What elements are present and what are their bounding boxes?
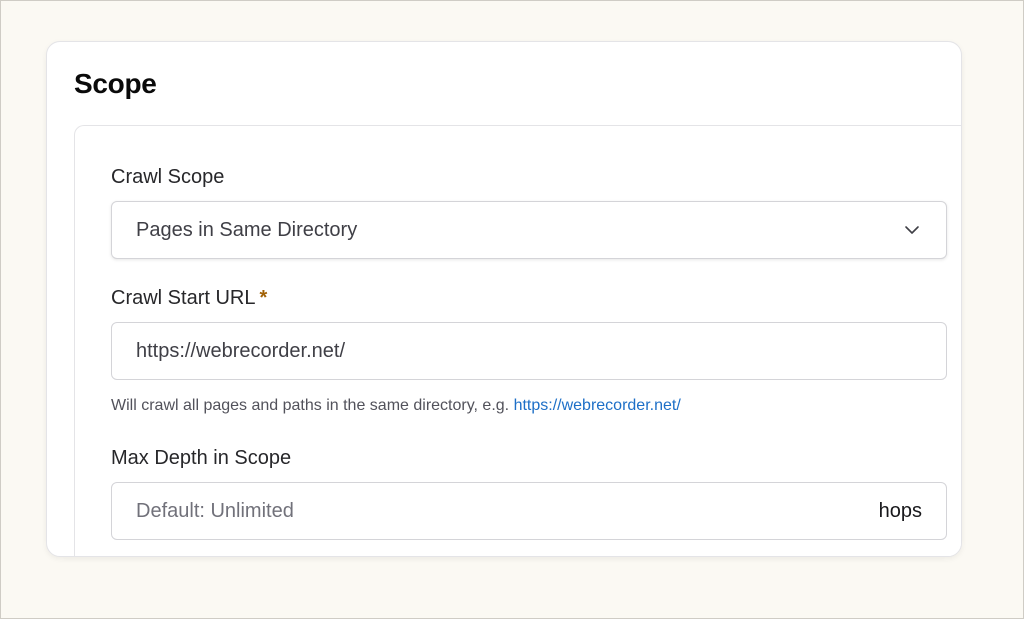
crawl-scope-select[interactable]: Pages in Same Directory xyxy=(111,201,947,259)
scope-card: Scope Crawl Scope Pages in Same Director… xyxy=(46,41,962,557)
max-depth-suffix: hops xyxy=(878,499,922,522)
start-url-help-link[interactable]: https://webrecorder.net/ xyxy=(514,397,681,414)
start-url-input[interactable]: https://webrecorder.net/ xyxy=(111,322,947,380)
start-url-label-text: Crawl Start URL xyxy=(111,287,256,309)
start-url-help: Will crawl all pages and paths in the sa… xyxy=(111,397,681,415)
start-url-value: https://webrecorder.net/ xyxy=(136,339,346,362)
crawl-scope-selected: Pages in Same Directory xyxy=(136,218,358,241)
max-depth-label: Max Depth in Scope xyxy=(111,447,292,469)
card-title: Scope xyxy=(74,68,157,99)
max-depth-placeholder: Default: Unlimited xyxy=(136,499,294,522)
page-frame: Scope Crawl Scope Pages in Same Director… xyxy=(0,0,1024,619)
crawl-scope-label: Crawl Scope xyxy=(111,166,225,188)
start-url-help-text: Will crawl all pages and paths in the sa… xyxy=(111,397,510,414)
required-mark: * xyxy=(259,287,268,309)
scope-panel: Crawl Scope Pages in Same Directory Craw… xyxy=(74,125,961,556)
chevron-down-icon xyxy=(905,226,919,234)
start-url-label: Crawl Start URL * xyxy=(111,287,267,310)
max-depth-input[interactable]: Default: Unlimited hops xyxy=(111,482,947,540)
